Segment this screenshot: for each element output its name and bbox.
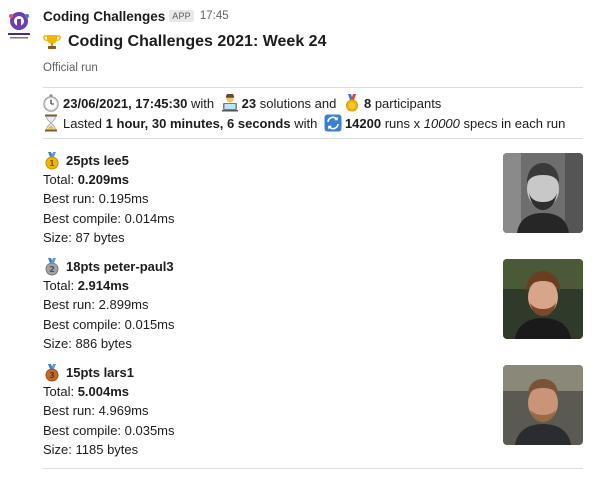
result-best-run: Best run: 4.969ms: [43, 403, 149, 419]
sports-medal-icon: [343, 94, 361, 112]
avatar[interactable]: [503, 153, 583, 233]
profile-photo-icon: [503, 153, 583, 233]
result-total: Total: 2.914ms: [43, 276, 583, 295]
result-text: 2 18pts peter-paul3 Total: 2.914ms Best …: [43, 257, 583, 354]
message-title: Coding Challenges 2021: Week 24: [43, 30, 583, 54]
avatar[interactable]: [503, 259, 583, 339]
result-best-run: Best run: 2.899ms: [43, 297, 149, 313]
profile-photo-icon: [503, 259, 583, 339]
result-size: Size: 886 bytes: [43, 336, 132, 352]
divider: [43, 138, 583, 139]
gold-medal-icon: 1: [43, 151, 61, 170]
runs-text: runs x: [381, 115, 424, 131]
divider: [43, 87, 583, 88]
total-value: 2.914ms: [77, 278, 130, 293]
total-value: 0.209ms: [77, 172, 130, 187]
result-best-compile: Best compile: 0.015ms: [43, 316, 175, 332]
result-total: Total: 5.004ms: [43, 382, 583, 401]
page-title: Coding Challenges 2021: Week 24: [68, 33, 327, 50]
bronze-medal-icon: 3: [43, 363, 61, 382]
total-label: Total:: [43, 278, 78, 293]
result-total: Total: 0.209ms: [43, 170, 583, 189]
total-label: Total:: [43, 384, 78, 399]
app-avatar[interactable]: [6, 10, 32, 42]
result-entry: 3 15pts lars1 Total: 5.004ms Best run: 4…: [43, 363, 583, 469]
runs-count: 14200: [344, 115, 382, 131]
result-text: 3 15pts lars1 Total: 5.004ms Best run: 4…: [43, 363, 583, 460]
run-info: 23/06/2021, 17:45:30 with 23 solutions a…: [43, 93, 583, 133]
results-list: 1 25pts lee5 Total: 0.209ms Best run: 0.…: [43, 151, 583, 469]
message: Coding Challenges APP 17:45 Coding Chall…: [43, 6, 583, 469]
trophy-icon: [43, 33, 61, 51]
result-entry: 2 18pts peter-paul3 Total: 2.914ms Best …: [43, 257, 583, 363]
result-headline: 2 18pts peter-paul3: [43, 257, 583, 276]
specs-count: 10000: [423, 115, 460, 131]
participants-text: participants: [371, 95, 442, 111]
total-label: Total:: [43, 172, 78, 187]
stopwatch-icon: [42, 94, 60, 112]
svg-text:2: 2: [49, 265, 55, 274]
result-headline-text: 18pts peter-paul3: [66, 258, 174, 274]
run-datetime: 23/06/2021, 17:45:30: [63, 95, 188, 111]
info-text-with-2: with: [290, 115, 321, 131]
app-badge: APP: [169, 10, 194, 22]
message-header: Coding Challenges APP 17:45: [43, 6, 583, 26]
run-duration: 1 hour, 30 minutes, 6 seconds: [105, 115, 291, 131]
coding-challenges-logo-icon: [8, 12, 30, 39]
svg-text:3: 3: [49, 371, 55, 380]
repeat-icon: [324, 114, 342, 132]
divider: [43, 468, 583, 469]
result-headline-text: 15pts lars1: [66, 364, 134, 380]
specs-text: specs in each run: [459, 115, 566, 131]
message-subtitle: Official run: [43, 62, 98, 74]
hourglass-icon: [42, 114, 60, 132]
result-headline-text: 25pts lee5: [66, 152, 129, 168]
result-best-compile: Best compile: 0.035ms: [43, 422, 175, 438]
app-name[interactable]: Coding Challenges: [43, 9, 165, 24]
technologist-icon: [221, 94, 239, 112]
result-text: 1 25pts lee5 Total: 0.209ms Best run: 0.…: [43, 151, 583, 248]
total-value: 5.004ms: [77, 384, 130, 399]
lasted-label: Lasted: [63, 115, 106, 131]
run-info-line-2: Lasted 1 hour, 30 minutes, 6 seconds wit…: [43, 113, 583, 133]
profile-photo-icon: [503, 365, 583, 445]
result-size: Size: 1185 bytes: [43, 442, 139, 458]
solutions-count: 23: [241, 95, 257, 111]
result-headline: 1 25pts lee5: [43, 151, 583, 170]
avatar[interactable]: [503, 365, 583, 445]
result-headline: 3 15pts lars1: [43, 363, 583, 382]
svg-text:1: 1: [49, 159, 55, 168]
message-time[interactable]: 17:45: [200, 10, 229, 22]
solutions-text: solutions and: [256, 95, 340, 111]
participants-count: 8: [363, 95, 372, 111]
result-best-run: Best run: 0.195ms: [43, 191, 149, 207]
result-entry: 1 25pts lee5 Total: 0.209ms Best run: 0.…: [43, 151, 583, 257]
silver-medal-icon: 2: [43, 257, 61, 276]
result-best-compile: Best compile: 0.014ms: [43, 210, 175, 226]
info-text-with-1: with: [187, 95, 218, 111]
result-size: Size: 87 bytes: [43, 230, 125, 246]
run-info-line-1: 23/06/2021, 17:45:30 with 23 solutions a…: [43, 93, 583, 113]
